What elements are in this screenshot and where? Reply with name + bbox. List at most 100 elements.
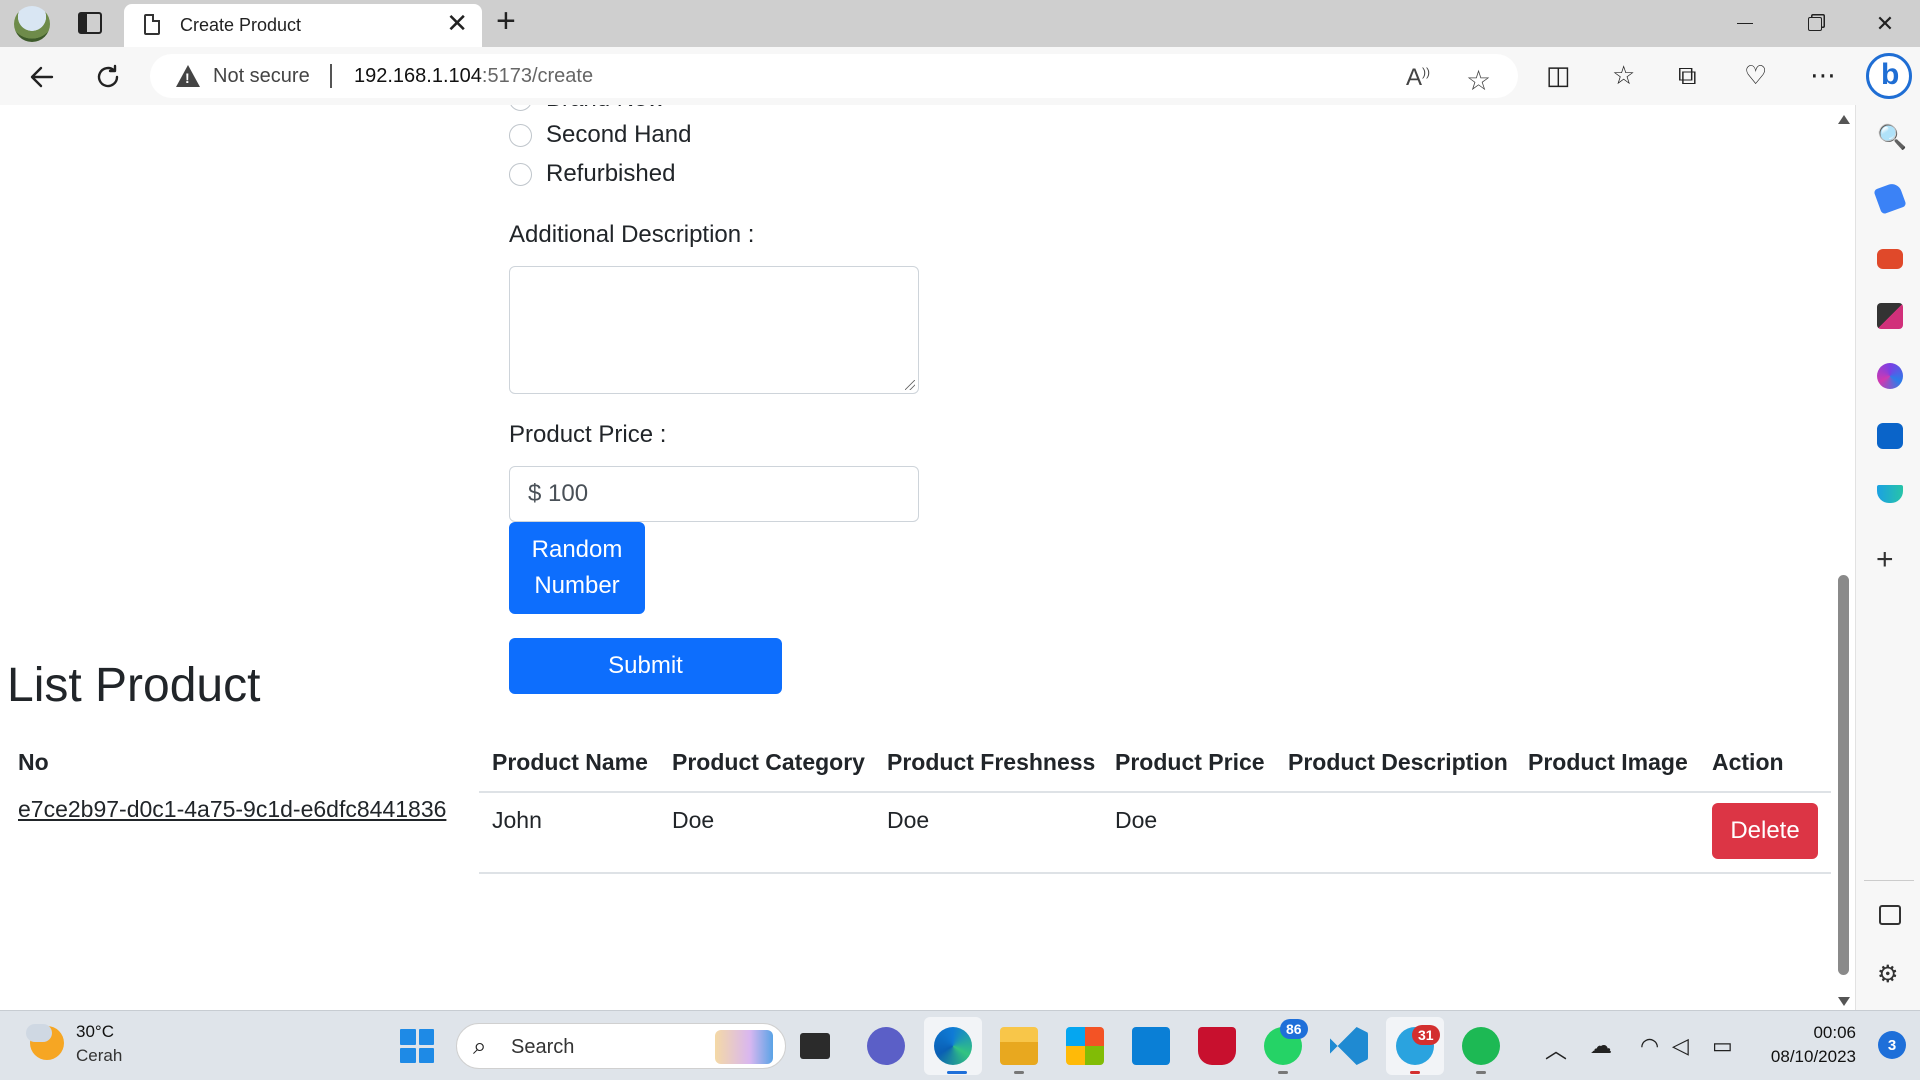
tab-actions-icon[interactable]: [78, 12, 102, 34]
battery-icon[interactable]: ▭: [1712, 1033, 1733, 1059]
page-document-icon: [144, 14, 160, 35]
refresh-icon[interactable]: [90, 59, 126, 95]
tools-icon[interactable]: [1877, 249, 1903, 269]
price-label: Product Price :: [509, 421, 667, 448]
security-status[interactable]: Not secure: [213, 65, 310, 88]
edge-icon[interactable]: [934, 1027, 972, 1065]
column-header-product-price: Product Price: [1115, 749, 1265, 775]
url-text[interactable]: 192.168.1.104:5173/create: [354, 65, 593, 88]
minimize-icon: [1737, 22, 1753, 25]
task-view-icon[interactable]: [800, 1033, 830, 1059]
running-indicator: [1014, 1071, 1024, 1074]
favorite-star-icon[interactable]: ☆: [1466, 64, 1491, 97]
microsoft365-icon[interactable]: [1877, 363, 1903, 389]
radio-option-second-hand[interactable]: Second Hand: [509, 121, 691, 149]
settings-icon[interactable]: ⚙: [1877, 960, 1899, 989]
address-bar[interactable]: Not secure 192.168.1.104:5173/create A))…: [150, 54, 1518, 98]
radio-label: Brand New: [546, 105, 665, 113]
start-tile-icon: [400, 1029, 416, 1045]
url-host: 192.168.1.104: [354, 65, 482, 87]
search-icon[interactable]: 🔍: [1877, 123, 1907, 152]
spotify-icon[interactable]: [1462, 1027, 1500, 1065]
clock-time: 00:06: [1813, 1023, 1856, 1042]
wifi-icon[interactable]: ◠: [1640, 1033, 1659, 1059]
running-indicator: [1476, 1071, 1486, 1074]
sidebar-toggle-icon[interactable]: [1879, 905, 1901, 925]
onedrive-icon[interactable]: ☁: [1590, 1033, 1612, 1059]
price-input[interactable]: $ 100: [509, 466, 919, 522]
start-tile-icon: [418, 1047, 434, 1063]
show-hidden-icons-icon[interactable]: ︿: [1545, 1033, 1567, 1065]
favorites-icon[interactable]: ☆: [1612, 60, 1635, 91]
cell-product-category: Doe: [672, 807, 715, 833]
games-icon[interactable]: [1877, 303, 1903, 329]
weather-condition[interactable]: Cerah: [76, 1046, 122, 1066]
outlook-icon[interactable]: [1877, 423, 1903, 449]
browser-tab-create-product[interactable]: Create Product ✕: [124, 4, 482, 47]
telegram-badge: 31: [1412, 1025, 1440, 1045]
copilot-icon[interactable]: [1866, 53, 1912, 99]
start-tile-icon: [400, 1047, 416, 1063]
teams-chat-icon[interactable]: [867, 1027, 905, 1065]
start-button[interactable]: [400, 1029, 434, 1063]
taskbar-search[interactable]: ⌕ Search: [456, 1023, 786, 1069]
weather-temperature[interactable]: 30°C: [76, 1022, 114, 1042]
search-highlight-icon: [715, 1030, 773, 1064]
radio-button[interactable]: [509, 123, 532, 147]
window-controls: ✕: [1710, 0, 1920, 47]
shopping-icon[interactable]: [1873, 181, 1907, 215]
submit-button[interactable]: Submit: [509, 638, 782, 694]
browser-titlebar: Create Product ✕ + ✕: [0, 0, 1920, 47]
file-explorer-icon[interactable]: [1000, 1027, 1038, 1065]
page-scrollbar[interactable]: [1834, 105, 1854, 1010]
column-header-product-image: Product Image: [1528, 749, 1688, 775]
cell-product-name: John: [492, 807, 542, 833]
delete-button[interactable]: Delete: [1712, 803, 1818, 859]
notification-count-badge[interactable]: 3: [1878, 1031, 1906, 1059]
back-icon[interactable]: [24, 59, 60, 95]
more-icon[interactable]: ⋯: [1810, 60, 1836, 91]
l-app-icon[interactable]: [1132, 1027, 1170, 1065]
add-icon[interactable]: +: [1876, 545, 1894, 575]
profile-avatar[interactable]: [14, 6, 50, 42]
start-tile-icon: [418, 1029, 434, 1045]
radio-option-brand-new[interactable]: Brand New: [509, 105, 665, 113]
column-header-no: No: [18, 749, 49, 775]
microsoft-store-icon[interactable]: [1066, 1027, 1104, 1065]
restore-button[interactable]: [1780, 0, 1850, 47]
browser-essentials-icon[interactable]: ♡: [1744, 60, 1767, 91]
description-label: Additional Description :: [509, 221, 755, 248]
search-icon: ⌕: [473, 1033, 487, 1060]
radio-button[interactable]: [509, 105, 532, 111]
tab-title: Create Product: [180, 15, 302, 35]
radio-button[interactable]: [509, 162, 532, 186]
split-screen-icon[interactable]: ◫: [1546, 60, 1571, 91]
scroll-down-arrow-icon[interactable]: [1838, 997, 1850, 1006]
read-aloud-icon[interactable]: A)): [1406, 64, 1430, 92]
scrollbar-thumb[interactable]: [1838, 575, 1849, 975]
browser-toolbar: Not secure 192.168.1.104:5173/create A))…: [0, 47, 1920, 105]
page-content: Brand New Second Hand Refurbished Additi…: [0, 105, 1834, 1010]
description-textarea[interactable]: [509, 266, 919, 394]
scroll-up-arrow-icon[interactable]: [1838, 115, 1850, 124]
tab-close-icon[interactable]: ✕: [446, 10, 468, 36]
url-path: :5173/create: [481, 65, 594, 87]
mcafee-icon[interactable]: [1198, 1027, 1236, 1065]
collections-icon[interactable]: ⧉: [1678, 60, 1697, 92]
column-header-product-description: Product Description: [1288, 749, 1508, 775]
volume-icon[interactable]: ◁: [1672, 1033, 1689, 1059]
table-row-divider: [479, 872, 1831, 874]
clock[interactable]: 00:06 08/10/2023: [1771, 1021, 1856, 1069]
drop-icon[interactable]: [1877, 485, 1903, 503]
warning-icon: [176, 65, 200, 87]
new-tab-button[interactable]: +: [496, 4, 516, 38]
product-id-link[interactable]: e7ce2b97-d0c1-4a75-9c1d-e6dfc8441836: [18, 796, 446, 823]
column-header-product-category: Product Category: [672, 749, 865, 775]
random-number-button[interactable]: Random Number: [509, 522, 645, 614]
minimize-button[interactable]: [1710, 0, 1780, 47]
column-header-product-freshness: Product Freshness: [887, 749, 1096, 775]
radio-option-refurbished[interactable]: Refurbished: [509, 160, 675, 188]
close-window-button[interactable]: ✕: [1850, 0, 1920, 47]
weather-icon[interactable]: [26, 1024, 64, 1060]
vscode-icon[interactable]: [1330, 1027, 1368, 1065]
